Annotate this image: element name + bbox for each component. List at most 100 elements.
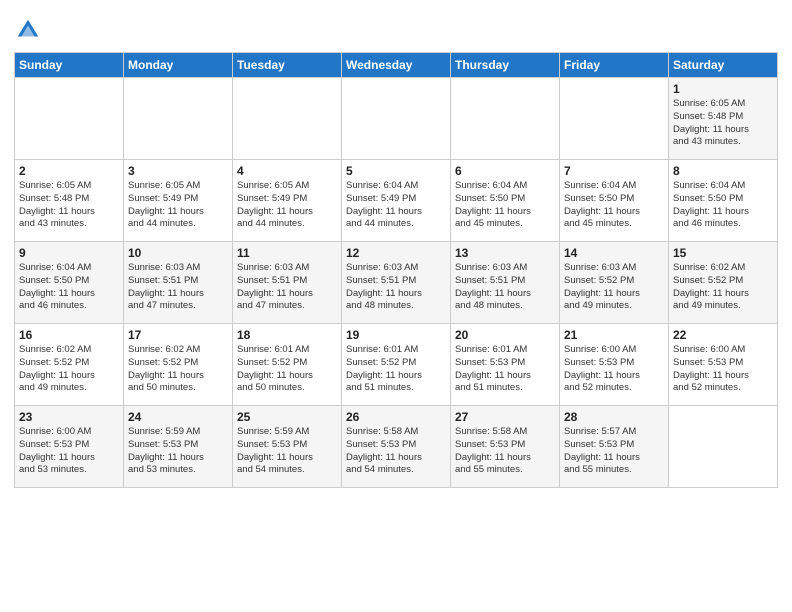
day-info: Sunrise: 6:04 AM Sunset: 5:50 PM Dayligh… xyxy=(673,180,773,231)
day-info: Sunrise: 6:03 AM Sunset: 5:51 PM Dayligh… xyxy=(346,262,446,313)
week-row-0: 1 Sunrise: 6:05 AM Sunset: 5:48 PM Daylig… xyxy=(15,78,778,160)
day-number: 22 xyxy=(673,328,773,342)
day-info: Sunrise: 6:05 AM Sunset: 5:48 PM Dayligh… xyxy=(19,180,119,231)
day-info: Sunrise: 6:05 AM Sunset: 5:48 PM Dayligh… xyxy=(673,98,773,149)
day-number: 13 xyxy=(455,246,555,260)
day-cell: 25 Sunrise: 5:59 AM Sunset: 5:53 PM Dayli… xyxy=(233,406,342,488)
day-cell: 26Sunrise: 5:58 AM Sunset: 5:53 PM Dayli… xyxy=(342,406,451,488)
day-cell: 20 Sunrise: 6:01 AM Sunset: 5:53 PM Dayli… xyxy=(451,324,560,406)
day-number: 17 xyxy=(128,328,228,342)
day-number: 9 xyxy=(19,246,119,260)
day-number: 20 xyxy=(455,328,555,342)
day-cell: 16 Sunrise: 6:02 AM Sunset: 5:52 PM Dayli… xyxy=(15,324,124,406)
day-cell: 7 Sunrise: 6:04 AM Sunset: 5:50 PM Daylig… xyxy=(560,160,669,242)
logo-icon xyxy=(14,16,42,44)
day-info: Sunrise: 6:03 AM Sunset: 5:51 PM Dayligh… xyxy=(455,262,555,313)
day-number: 6 xyxy=(455,164,555,178)
day-cell xyxy=(342,78,451,160)
logo xyxy=(14,14,44,44)
day-info: Sunrise: 5:59 AM Sunset: 5:53 PM Dayligh… xyxy=(128,426,228,477)
week-row-2: 9 Sunrise: 6:04 AM Sunset: 5:50 PM Daylig… xyxy=(15,242,778,324)
day-info: Sunrise: 6:05 AM Sunset: 5:49 PM Dayligh… xyxy=(128,180,228,231)
day-number: 15 xyxy=(673,246,773,260)
weekday-wednesday: Wednesday xyxy=(342,53,451,78)
weekday-thursday: Thursday xyxy=(451,53,560,78)
day-cell: 11 Sunrise: 6:03 AM Sunset: 5:51 PM Dayli… xyxy=(233,242,342,324)
week-row-3: 16 Sunrise: 6:02 AM Sunset: 5:52 PM Dayli… xyxy=(15,324,778,406)
calendar-table: SundayMondayTuesdayWednesdayThursdayFrid… xyxy=(14,52,778,488)
day-info: Sunrise: 6:03 AM Sunset: 5:51 PM Dayligh… xyxy=(237,262,337,313)
day-cell: 24 Sunrise: 5:59 AM Sunset: 5:53 PM Dayli… xyxy=(124,406,233,488)
day-cell: 4 Sunrise: 6:05 AM Sunset: 5:49 PM Daylig… xyxy=(233,160,342,242)
day-cell: 2 Sunrise: 6:05 AM Sunset: 5:48 PM Daylig… xyxy=(15,160,124,242)
day-cell: 15 Sunrise: 6:02 AM Sunset: 5:52 PM Dayli… xyxy=(669,242,778,324)
day-info: Sunrise: 5:59 AM Sunset: 5:53 PM Dayligh… xyxy=(237,426,337,477)
day-number: 27 xyxy=(455,410,555,424)
day-cell: 3 Sunrise: 6:05 AM Sunset: 5:49 PM Daylig… xyxy=(124,160,233,242)
weekday-tuesday: Tuesday xyxy=(233,53,342,78)
day-info: Sunrise: 6:01 AM Sunset: 5:53 PM Dayligh… xyxy=(455,344,555,395)
day-cell xyxy=(124,78,233,160)
day-number: 19 xyxy=(346,328,446,342)
day-number: 2 xyxy=(19,164,119,178)
page: SundayMondayTuesdayWednesdayThursdayFrid… xyxy=(0,0,792,612)
day-number: 12 xyxy=(346,246,446,260)
day-info: Sunrise: 6:03 AM Sunset: 5:51 PM Dayligh… xyxy=(128,262,228,313)
day-cell: 22 Sunrise: 6:00 AM Sunset: 5:53 PM Dayli… xyxy=(669,324,778,406)
day-number: 1 xyxy=(673,82,773,96)
day-cell: 1 Sunrise: 6:05 AM Sunset: 5:48 PM Daylig… xyxy=(669,78,778,160)
day-number: 16 xyxy=(19,328,119,342)
day-info: Sunrise: 6:02 AM Sunset: 5:52 PM Dayligh… xyxy=(673,262,773,313)
day-info: Sunrise: 6:04 AM Sunset: 5:50 PM Dayligh… xyxy=(19,262,119,313)
day-cell: 27 Sunrise: 5:58 AM Sunset: 5:53 PM Dayli… xyxy=(451,406,560,488)
day-cell xyxy=(451,78,560,160)
day-info: Sunrise: 5:57 AM Sunset: 5:53 PM Dayligh… xyxy=(564,426,664,477)
day-cell: 14 Sunrise: 6:03 AM Sunset: 5:52 PM Dayli… xyxy=(560,242,669,324)
weekday-saturday: Saturday xyxy=(669,53,778,78)
day-number: 23 xyxy=(19,410,119,424)
day-number: 10 xyxy=(128,246,228,260)
day-cell: 9 Sunrise: 6:04 AM Sunset: 5:50 PM Daylig… xyxy=(15,242,124,324)
day-cell xyxy=(15,78,124,160)
day-info: Sunrise: 5:58 AM Sunset: 5:53 PM Dayligh… xyxy=(346,426,446,477)
day-info: Sunrise: 6:00 AM Sunset: 5:53 PM Dayligh… xyxy=(19,426,119,477)
day-info: Sunrise: 6:01 AM Sunset: 5:52 PM Dayligh… xyxy=(346,344,446,395)
day-number: 7 xyxy=(564,164,664,178)
day-cell: 17 Sunrise: 6:02 AM Sunset: 5:52 PM Dayli… xyxy=(124,324,233,406)
day-number: 28 xyxy=(564,410,664,424)
week-row-4: 23 Sunrise: 6:00 AM Sunset: 5:53 PM Dayli… xyxy=(15,406,778,488)
day-number: 4 xyxy=(237,164,337,178)
day-number: 3 xyxy=(128,164,228,178)
weekday-sunday: Sunday xyxy=(15,53,124,78)
day-cell: 13 Sunrise: 6:03 AM Sunset: 5:51 PM Dayli… xyxy=(451,242,560,324)
day-info: Sunrise: 6:01 AM Sunset: 5:52 PM Dayligh… xyxy=(237,344,337,395)
day-info: Sunrise: 6:00 AM Sunset: 5:53 PM Dayligh… xyxy=(673,344,773,395)
day-cell xyxy=(233,78,342,160)
day-cell: 10 Sunrise: 6:03 AM Sunset: 5:51 PM Dayli… xyxy=(124,242,233,324)
day-number: 8 xyxy=(673,164,773,178)
day-info: Sunrise: 6:02 AM Sunset: 5:52 PM Dayligh… xyxy=(19,344,119,395)
week-row-1: 2 Sunrise: 6:05 AM Sunset: 5:48 PM Daylig… xyxy=(15,160,778,242)
day-number: 11 xyxy=(237,246,337,260)
day-info: Sunrise: 5:58 AM Sunset: 5:53 PM Dayligh… xyxy=(455,426,555,477)
weekday-header-row: SundayMondayTuesdayWednesdayThursdayFrid… xyxy=(15,53,778,78)
header xyxy=(14,10,778,44)
day-info: Sunrise: 6:03 AM Sunset: 5:52 PM Dayligh… xyxy=(564,262,664,313)
day-info: Sunrise: 6:02 AM Sunset: 5:52 PM Dayligh… xyxy=(128,344,228,395)
day-info: Sunrise: 6:04 AM Sunset: 5:50 PM Dayligh… xyxy=(455,180,555,231)
day-cell: 8 Sunrise: 6:04 AM Sunset: 5:50 PM Daylig… xyxy=(669,160,778,242)
day-number: 14 xyxy=(564,246,664,260)
day-number: 24 xyxy=(128,410,228,424)
weekday-monday: Monday xyxy=(124,53,233,78)
day-number: 25 xyxy=(237,410,337,424)
day-info: Sunrise: 6:05 AM Sunset: 5:49 PM Dayligh… xyxy=(237,180,337,231)
weekday-friday: Friday xyxy=(560,53,669,78)
day-info: Sunrise: 6:04 AM Sunset: 5:49 PM Dayligh… xyxy=(346,180,446,231)
day-cell: 23 Sunrise: 6:00 AM Sunset: 5:53 PM Dayli… xyxy=(15,406,124,488)
day-cell: 6 Sunrise: 6:04 AM Sunset: 5:50 PM Daylig… xyxy=(451,160,560,242)
day-number: 21 xyxy=(564,328,664,342)
day-cell: 18Sunrise: 6:01 AM Sunset: 5:52 PM Dayli… xyxy=(233,324,342,406)
day-info: Sunrise: 6:04 AM Sunset: 5:50 PM Dayligh… xyxy=(564,180,664,231)
day-cell: 21Sunrise: 6:00 AM Sunset: 5:53 PM Dayli… xyxy=(560,324,669,406)
day-cell: 5Sunrise: 6:04 AM Sunset: 5:49 PM Daylig… xyxy=(342,160,451,242)
